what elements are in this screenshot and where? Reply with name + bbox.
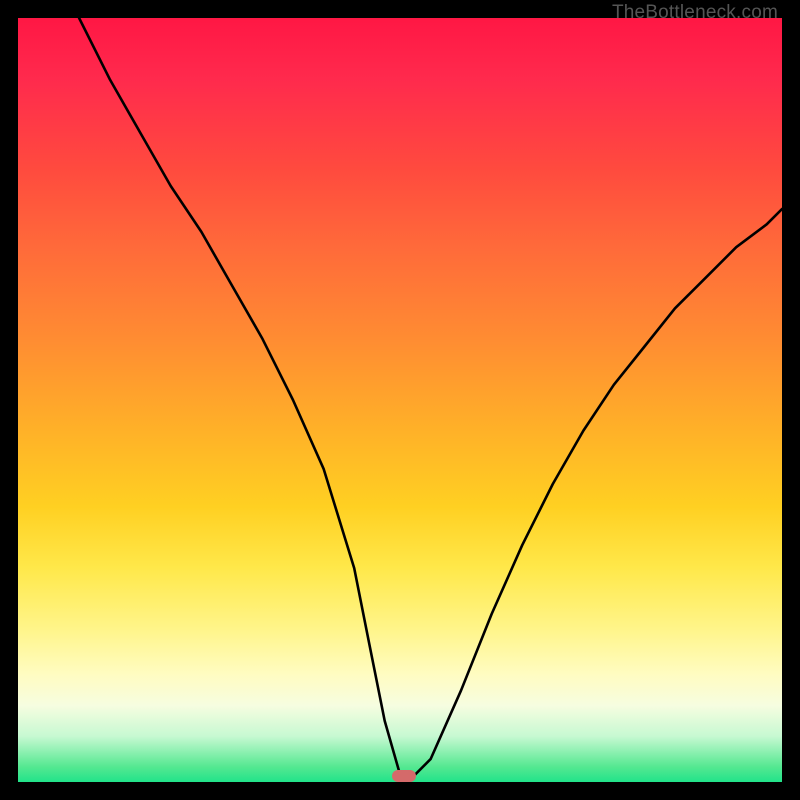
optimum-marker (392, 770, 416, 782)
bottleneck-curve (18, 18, 782, 782)
chart-frame: TheBottleneck.com (18, 18, 782, 782)
